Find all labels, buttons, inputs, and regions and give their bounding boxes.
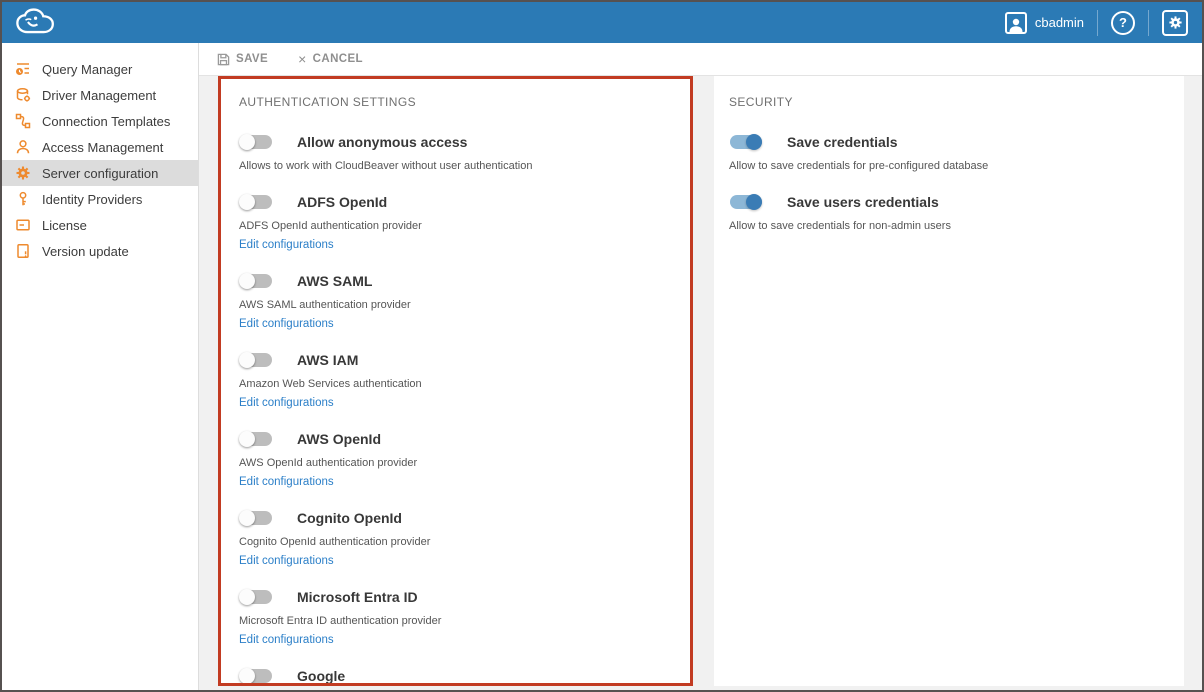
sidebar-item-query-manager[interactable]: Query Manager xyxy=(2,56,198,82)
connection-templates-icon xyxy=(15,113,31,129)
app-window: cbadmin ? xyxy=(0,0,1204,692)
version-update-icon xyxy=(15,243,31,259)
setting-label: Microsoft Entra ID xyxy=(297,589,418,605)
setting-description: Allow to save credentials for non-admin … xyxy=(729,220,1168,232)
setting-allow-anonymous-access: Allow anonymous access Allows to work wi… xyxy=(239,133,670,172)
allow-anonymous-access-toggle[interactable] xyxy=(239,133,273,151)
sidebar-item-server-configuration[interactable]: Server configuration xyxy=(2,160,198,186)
setting-microsoft-entra-id: Microsoft Entra ID Microsoft Entra ID au… xyxy=(239,588,670,646)
save-users-credentials-toggle[interactable] xyxy=(729,193,763,211)
security-title: SECURITY xyxy=(729,95,1168,109)
sidebar-item-driver-management[interactable]: Driver Management xyxy=(2,82,198,108)
identity-providers-icon xyxy=(15,191,31,207)
setting-label: Save credentials xyxy=(787,134,898,150)
setting-label: AWS SAML xyxy=(297,273,372,289)
edit-configurations-link[interactable]: Edit configurations xyxy=(239,397,334,409)
user-avatar-icon xyxy=(1005,12,1027,34)
setting-aws-openid: AWS OpenId AWS OpenId authentication pro… xyxy=(239,430,670,488)
help-glyph: ? xyxy=(1119,15,1127,30)
setting-cognito-openid: Cognito OpenId Cognito OpenId authentica… xyxy=(239,509,670,567)
sidebar-item-label: Server configuration xyxy=(42,166,158,181)
authentication-settings-panel-highlighted: AUTHENTICATION SETTINGS Allow anonymous … xyxy=(218,76,693,686)
setting-description: Allow to save credentials for pre-config… xyxy=(729,160,1168,172)
license-icon xyxy=(15,217,31,233)
sidebar-item-label: Driver Management xyxy=(42,88,156,103)
setting-description: AWS OpenId authentication provider xyxy=(239,457,670,469)
query-manager-icon xyxy=(15,61,31,77)
sidebar-item-access-management[interactable]: Access Management xyxy=(2,134,198,160)
settings-gear-icon[interactable] xyxy=(1162,10,1188,36)
sidebar-item-label: Identity Providers xyxy=(42,192,142,207)
user-menu[interactable]: cbadmin xyxy=(1005,12,1084,34)
setting-label: ADFS OpenId xyxy=(297,194,387,210)
setting-aws-saml: AWS SAML AWS SAML authentication provide… xyxy=(239,272,670,330)
setting-google: Google Google authentication provider Ed… xyxy=(239,667,670,686)
setting-label: AWS OpenId xyxy=(297,431,381,447)
content-area: SAVE × CANCEL AUTHENTICATION SETTINGS Al… xyxy=(199,43,1202,690)
driver-management-icon xyxy=(15,87,31,103)
access-management-icon xyxy=(15,139,31,155)
save-button-label: SAVE xyxy=(236,53,268,65)
main-area: Query Manager Driver Management xyxy=(2,43,1202,690)
aws-iam-toggle[interactable] xyxy=(239,351,273,369)
save-icon xyxy=(217,53,230,66)
setting-description: AWS SAML authentication provider xyxy=(239,299,670,311)
topbar-divider xyxy=(1148,10,1149,36)
sidebar-item-connection-templates[interactable]: Connection Templates xyxy=(2,108,198,134)
setting-description: Microsoft Entra ID authentication provid… xyxy=(239,615,670,627)
authentication-settings-title: AUTHENTICATION SETTINGS xyxy=(239,95,670,109)
sidebar-item-label: Connection Templates xyxy=(42,114,170,129)
setting-description: Cognito OpenId authentication provider xyxy=(239,536,670,548)
topbar-actions: cbadmin ? xyxy=(1005,10,1188,36)
edit-configurations-link[interactable]: Edit configurations xyxy=(239,318,334,330)
setting-description: Amazon Web Services authentication xyxy=(239,378,670,390)
aws-saml-toggle[interactable] xyxy=(239,272,273,290)
cloudbeaver-logo xyxy=(14,8,62,38)
cancel-icon: × xyxy=(298,52,307,66)
setting-aws-iam: AWS IAM Amazon Web Services authenticati… xyxy=(239,351,670,409)
sidebar-item-label: License xyxy=(42,218,87,233)
microsoft-entra-id-toggle[interactable] xyxy=(239,588,273,606)
setting-save-users-credentials: Save users credentials Allow to save cre… xyxy=(729,193,1168,232)
cognito-openid-toggle[interactable] xyxy=(239,509,273,527)
edit-configurations-link[interactable]: Edit configurations xyxy=(239,239,334,251)
setting-label: Cognito OpenId xyxy=(297,510,402,526)
setting-description: Allows to work with CloudBeaver without … xyxy=(239,160,670,172)
setting-save-credentials: Save credentials Allow to save credentia… xyxy=(729,133,1168,172)
edit-configurations-link[interactable]: Edit configurations xyxy=(239,476,334,488)
sidebar-item-license[interactable]: License xyxy=(2,212,198,238)
sidebar-item-version-update[interactable]: Version update xyxy=(2,238,198,264)
edit-configurations-link[interactable]: Edit configurations xyxy=(239,555,334,567)
sidebar-item-label: Version update xyxy=(42,244,129,259)
aws-openid-toggle[interactable] xyxy=(239,430,273,448)
save-button[interactable]: SAVE xyxy=(217,53,268,66)
setting-description: ADFS OpenId authentication provider xyxy=(239,220,670,232)
setting-label: Allow anonymous access xyxy=(297,134,467,150)
settings-panels: AUTHENTICATION SETTINGS Allow anonymous … xyxy=(199,76,1202,690)
setting-label: Save users credentials xyxy=(787,194,939,210)
sidebar-item-label: Access Management xyxy=(42,140,163,155)
google-toggle[interactable] xyxy=(239,667,273,685)
content-toolbar: SAVE × CANCEL xyxy=(199,43,1202,76)
cancel-button-label: CANCEL xyxy=(313,53,363,65)
setting-label: AWS IAM xyxy=(297,352,358,368)
admin-sidebar: Query Manager Driver Management xyxy=(2,43,199,690)
help-icon[interactable]: ? xyxy=(1111,11,1135,35)
top-bar: cbadmin ? xyxy=(2,2,1202,43)
topbar-divider xyxy=(1097,10,1098,36)
sidebar-item-label: Query Manager xyxy=(42,62,132,77)
cancel-button[interactable]: × CANCEL xyxy=(298,52,363,66)
edit-configurations-link[interactable]: Edit configurations xyxy=(239,634,334,646)
server-configuration-icon xyxy=(15,165,31,181)
sidebar-item-identity-providers[interactable]: Identity Providers xyxy=(2,186,198,212)
save-credentials-toggle[interactable] xyxy=(729,133,763,151)
user-name: cbadmin xyxy=(1035,15,1084,30)
setting-adfs-openid: ADFS OpenId ADFS OpenId authentication p… xyxy=(239,193,670,251)
setting-label: Google xyxy=(297,668,345,684)
adfs-openid-toggle[interactable] xyxy=(239,193,273,211)
security-panel: SECURITY Save credentials Allow to save … xyxy=(714,76,1184,686)
